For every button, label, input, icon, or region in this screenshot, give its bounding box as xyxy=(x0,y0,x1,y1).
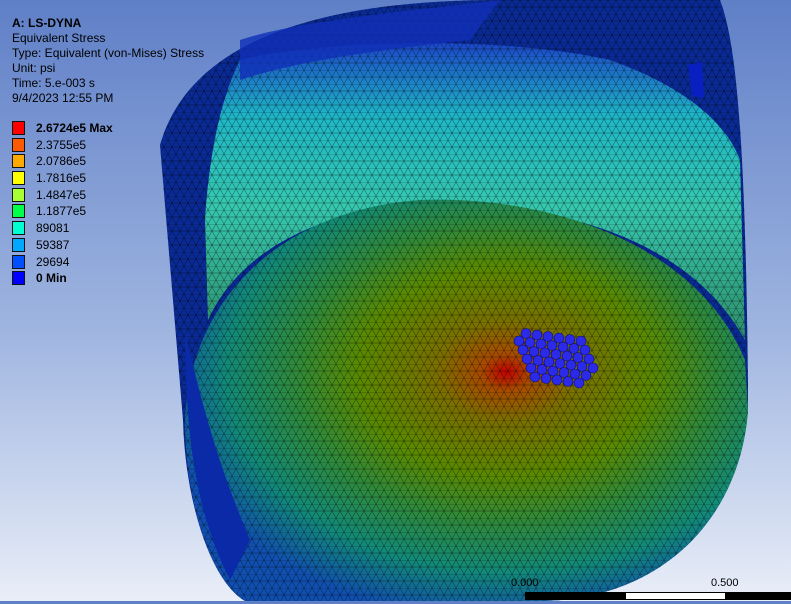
particle xyxy=(580,370,592,381)
particle xyxy=(525,362,537,374)
particle xyxy=(550,349,562,360)
particle xyxy=(558,367,570,378)
particle xyxy=(579,344,591,356)
particle xyxy=(575,335,587,347)
legend-label: 2.6724e5 Max xyxy=(36,121,113,135)
scale-start-label: 0.000 xyxy=(511,577,539,589)
particle xyxy=(562,376,574,387)
legend-swatch xyxy=(12,121,25,135)
particle xyxy=(565,359,577,371)
particle xyxy=(554,358,566,369)
mesh-overlay xyxy=(160,0,748,601)
scale-bar: 0.000 0.500 xyxy=(0,575,791,601)
legend-label: 2.0786e5 xyxy=(36,154,87,169)
legend-swatch xyxy=(12,187,25,202)
scale-segment-dark xyxy=(725,592,791,600)
particle xyxy=(557,341,569,353)
legend-label: 59387 xyxy=(36,237,70,252)
particle xyxy=(572,352,584,363)
scale-segment-light xyxy=(625,592,726,600)
particle xyxy=(587,362,599,374)
particle xyxy=(573,377,585,389)
particle xyxy=(532,355,544,366)
result-type: Type: Equivalent (von-Mises) Stress xyxy=(12,46,205,60)
particle xyxy=(536,364,548,375)
particle xyxy=(564,334,576,345)
particle xyxy=(553,332,565,344)
particle xyxy=(561,350,573,362)
particle xyxy=(543,356,555,368)
particle xyxy=(524,337,536,348)
legend-swatch xyxy=(12,271,25,286)
particle xyxy=(539,347,551,359)
particle xyxy=(551,374,563,386)
particle xyxy=(520,328,532,339)
result-time: Time: 5.e-003 s xyxy=(12,76,95,90)
legend-swatch xyxy=(12,171,25,186)
result-unit: Unit: psi xyxy=(12,61,56,75)
particle xyxy=(535,338,547,350)
result-name: Equivalent Stress xyxy=(12,31,106,45)
particle xyxy=(528,346,540,357)
particle xyxy=(513,335,525,347)
legend-label: 1.7816e5 xyxy=(36,171,87,186)
legend-swatch xyxy=(12,137,25,152)
legend-label: 1.4847e5 xyxy=(36,187,87,202)
legend-swatch xyxy=(12,254,25,269)
scale-segment-dark xyxy=(525,592,626,600)
legend-label: 2.3755e5 xyxy=(36,137,87,152)
particle xyxy=(569,368,581,380)
particle xyxy=(529,371,541,383)
result-header: A: LS-DYNA Equivalent Stress Type: Equiv… xyxy=(12,16,204,106)
particle xyxy=(540,373,552,384)
particle xyxy=(546,340,558,351)
particle xyxy=(531,329,543,341)
legend-label: 89081 xyxy=(36,221,70,236)
particle xyxy=(542,331,554,342)
particle xyxy=(568,343,580,354)
particle xyxy=(547,365,559,377)
analysis-title: A: LS-DYNA xyxy=(12,16,82,30)
particle xyxy=(576,361,588,372)
legend-swatch xyxy=(12,237,25,252)
legend-label: 1.1877e5 xyxy=(36,204,87,219)
legend-label: 0 Min xyxy=(36,271,67,286)
legend-swatch xyxy=(12,221,25,236)
result-date: 9/4/2023 12:55 PM xyxy=(12,91,114,105)
legend-swatch xyxy=(12,154,25,169)
scale-end-label: 0.500 xyxy=(711,577,739,589)
legend-swatch xyxy=(12,204,25,219)
particle xyxy=(521,353,533,365)
legend-label: 29694 xyxy=(36,254,70,269)
particle xyxy=(517,344,529,356)
particle xyxy=(583,353,595,365)
